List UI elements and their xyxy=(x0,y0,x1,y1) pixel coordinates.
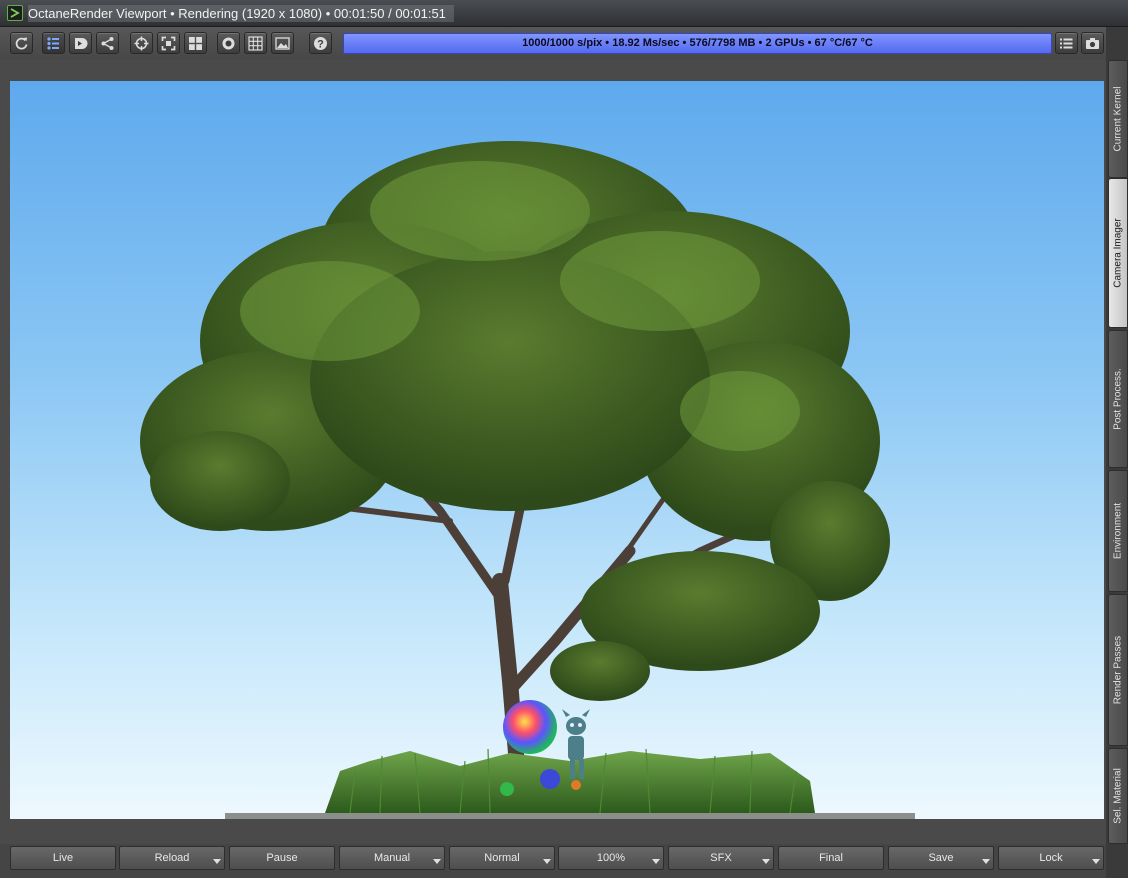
button-label: Live xyxy=(52,852,74,864)
image-button[interactable] xyxy=(271,32,294,54)
dropdown-arrow-icon[interactable] xyxy=(213,859,221,864)
button-label: Lock xyxy=(1039,852,1063,864)
tab-label: Current Kernel xyxy=(1112,86,1124,152)
dropdown-arrow-icon[interactable] xyxy=(543,859,551,864)
save-button[interactable]: Save xyxy=(888,846,994,870)
live-button[interactable]: Live xyxy=(10,846,116,870)
tab-label: Environment xyxy=(1112,502,1124,560)
list-button[interactable] xyxy=(1055,32,1078,54)
dropdown-arrow-icon[interactable] xyxy=(762,859,770,864)
grid-layout-icon xyxy=(189,37,202,50)
button-label: Reload xyxy=(154,852,190,864)
render-settings-icon xyxy=(47,37,59,50)
render-status-bar: 1000/1000 s/pix • 18.92 Ms/sec • 576/779… xyxy=(343,33,1052,54)
tab-post-process[interactable]: Post Process. xyxy=(1108,330,1128,468)
window-title: OctaneRender Viewport • Rendering (1920 … xyxy=(28,5,454,22)
dropdown-arrow-icon[interactable] xyxy=(1092,859,1100,864)
viewport-top-margin xyxy=(0,60,1106,81)
share-icon xyxy=(101,37,114,50)
image-icon xyxy=(275,37,290,50)
fit-frame-button[interactable] xyxy=(157,32,180,54)
final-button[interactable]: Final xyxy=(778,846,884,870)
pause-button[interactable]: Pause xyxy=(229,846,335,870)
sfx-button[interactable]: SFX xyxy=(668,846,774,870)
tab-environment[interactable]: Environment xyxy=(1108,470,1128,592)
help-icon: ? xyxy=(314,37,327,51)
tab-label: Sel. Material xyxy=(1112,768,1124,824)
rendered-tree-scene xyxy=(140,141,915,819)
tab-current-kernel[interactable]: Current Kernel xyxy=(1108,60,1128,178)
viewport-left-margin xyxy=(0,81,10,819)
render-region-button[interactable] xyxy=(69,32,92,54)
zoom-percent-button[interactable]: 100% xyxy=(558,846,664,870)
share-button[interactable] xyxy=(96,32,119,54)
pixel-grid-button[interactable] xyxy=(244,32,267,54)
table-grid-icon xyxy=(248,36,263,51)
help-button[interactable]: ? xyxy=(309,32,332,54)
svg-text:?: ? xyxy=(317,39,324,51)
button-label: Final xyxy=(819,852,843,864)
layout-button[interactable] xyxy=(184,32,207,54)
button-label: SFX xyxy=(710,852,732,864)
button-label: Manual xyxy=(373,852,411,864)
refresh-button[interactable] xyxy=(10,32,33,54)
button-label: 100% xyxy=(596,852,626,864)
dropdown-arrow-icon[interactable] xyxy=(982,859,990,864)
tab-label: Render Passes xyxy=(1112,635,1124,705)
dropdown-arrow-icon[interactable] xyxy=(433,859,441,864)
viewport-toolbar: ? 1000/1000 s/pix • 18.92 Ms/sec • 576/7… xyxy=(0,27,1106,60)
reload-button[interactable]: Reload xyxy=(119,846,225,870)
tab-sel-material[interactable]: Sel. Material xyxy=(1108,748,1128,844)
tab-render-passes[interactable]: Render Passes xyxy=(1108,594,1128,746)
screenshot-button[interactable] xyxy=(1081,32,1104,54)
tab-camera-imager[interactable]: Camera Imager xyxy=(1108,178,1128,328)
stop-button[interactable] xyxy=(217,32,240,54)
title-bar: OctaneRender Viewport • Rendering (1920 … xyxy=(0,0,1128,27)
fit-frame-icon xyxy=(161,36,176,51)
render-region-icon xyxy=(75,38,88,49)
manual-button[interactable]: Manual xyxy=(339,846,445,870)
dropdown-arrow-icon[interactable] xyxy=(652,859,660,864)
button-label: Pause xyxy=(266,852,298,864)
crosshair-focus-icon xyxy=(134,36,149,51)
viewport-bottom-margin xyxy=(0,819,1106,844)
refresh-icon xyxy=(15,37,28,50)
stop-icon xyxy=(222,37,235,50)
render-settings-button[interactable] xyxy=(42,32,65,54)
camera-icon xyxy=(1086,38,1099,49)
button-label: Save xyxy=(928,852,954,864)
focus-picker-button[interactable] xyxy=(130,32,153,54)
render-viewport[interactable] xyxy=(10,81,1104,819)
list-icon xyxy=(1060,38,1073,49)
tab-label: Post Process. xyxy=(1112,368,1124,430)
normal-button[interactable]: Normal xyxy=(449,846,555,870)
tab-label: Camera Imager xyxy=(1112,218,1124,288)
lock-button[interactable]: Lock xyxy=(998,846,1104,870)
button-label: Normal xyxy=(484,852,520,864)
octane-app-icon xyxy=(7,5,23,21)
